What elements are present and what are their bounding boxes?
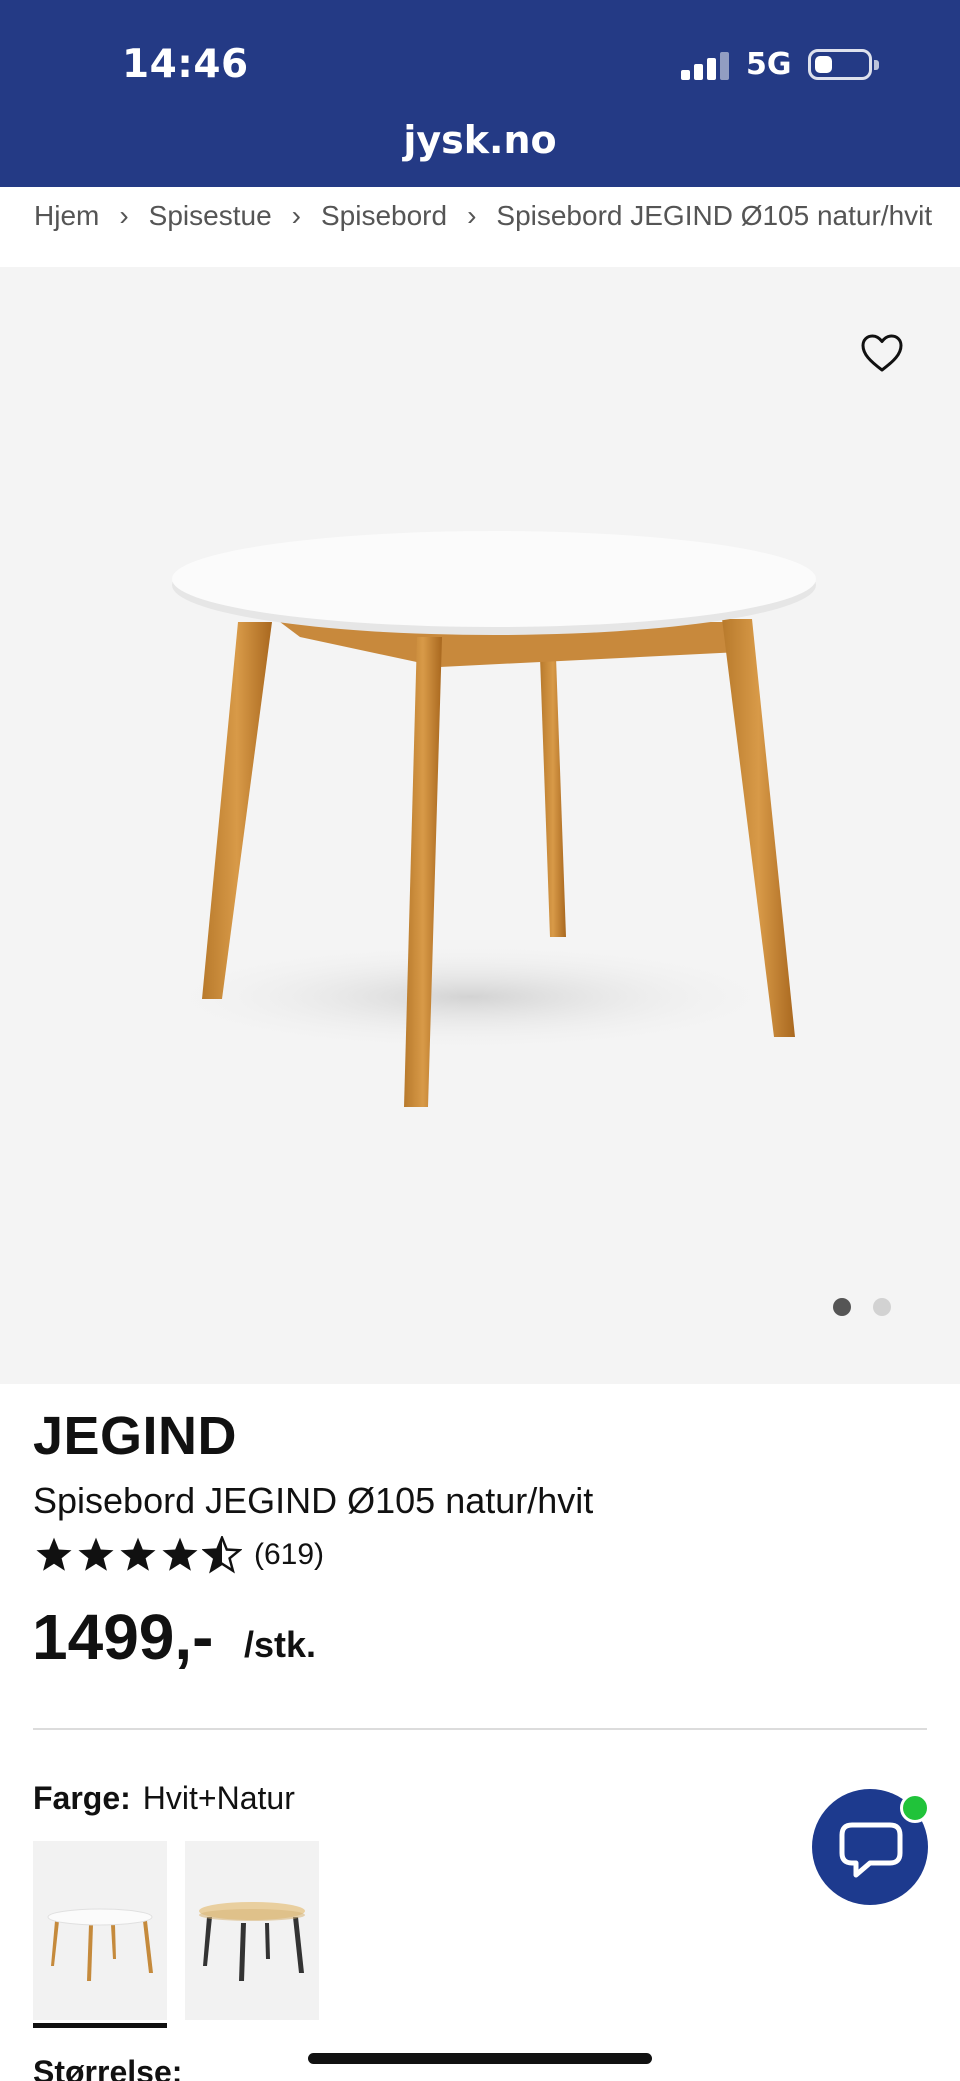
breadcrumb-item-home[interactable]: Hjem — [34, 200, 99, 232]
network-label: 5G — [746, 47, 792, 82]
product-image-gallery[interactable] — [0, 267, 960, 1384]
star-icon — [78, 1537, 114, 1571]
gallery-dot-1[interactable] — [833, 1298, 851, 1316]
chevron-right-icon: › — [467, 200, 477, 231]
home-indicator[interactable] — [308, 2053, 652, 2064]
color-selector-label: Farge: Hvit+Natur — [33, 1780, 295, 1817]
heart-icon[interactable] — [860, 333, 904, 373]
rating-count[interactable]: (619) — [254, 1538, 324, 1572]
chat-button[interactable] — [812, 1789, 930, 1905]
star-icon — [162, 1537, 198, 1571]
product-name: Spisebord JEGIND Ø105 natur/hvit — [33, 1480, 594, 1521]
half-star-icon — [202, 1536, 242, 1574]
swatch-natural-black[interactable] — [185, 1841, 319, 2020]
signal-icon — [681, 52, 731, 80]
breadcrumb: Hjem › Spisestue › Spisebord › Spisebord… — [34, 200, 932, 232]
star-icon — [120, 1537, 156, 1571]
color-label: Farge: — [33, 1780, 131, 1816]
product-brand: JEGIND — [33, 1406, 238, 1466]
breadcrumb-item-dining-tables[interactable]: Spisebord — [321, 200, 447, 232]
browser-header: 14:46 5G jysk.no — [0, 0, 960, 187]
chevron-right-icon: › — [119, 200, 129, 231]
star-icon — [36, 1537, 72, 1571]
product-price: 1499,- — [32, 1601, 214, 1673]
swatch-image-white-natural — [47, 1908, 153, 1981]
status-time: 14:46 — [122, 42, 249, 87]
size-label: Størrelse: — [33, 2054, 183, 2081]
price-unit: /stk. — [244, 1624, 317, 1665]
product-rating[interactable]: (619) — [34, 1536, 324, 1574]
rating-stars — [34, 1536, 242, 1574]
breadcrumb-item-dining-room[interactable]: Spisestue — [149, 200, 272, 232]
swatch-white-natural[interactable] — [33, 1841, 167, 2028]
gallery-dot-2[interactable] — [873, 1298, 891, 1316]
chevron-right-icon: › — [291, 200, 301, 231]
battery-icon — [808, 49, 879, 80]
divider — [33, 1728, 927, 1730]
address-bar[interactable]: jysk.no — [0, 118, 960, 162]
gallery-pagination — [833, 1298, 891, 1316]
product-image-table — [150, 531, 816, 1107]
online-status-indicator — [900, 1793, 930, 1823]
swatch-image-natural-black — [199, 1902, 305, 1981]
color-value: Hvit+Natur — [142, 1780, 295, 1816]
color-swatches — [33, 1841, 319, 2028]
breadcrumb-item-current[interactable]: Spisebord JEGIND Ø105 natur/hvit — [496, 200, 932, 232]
